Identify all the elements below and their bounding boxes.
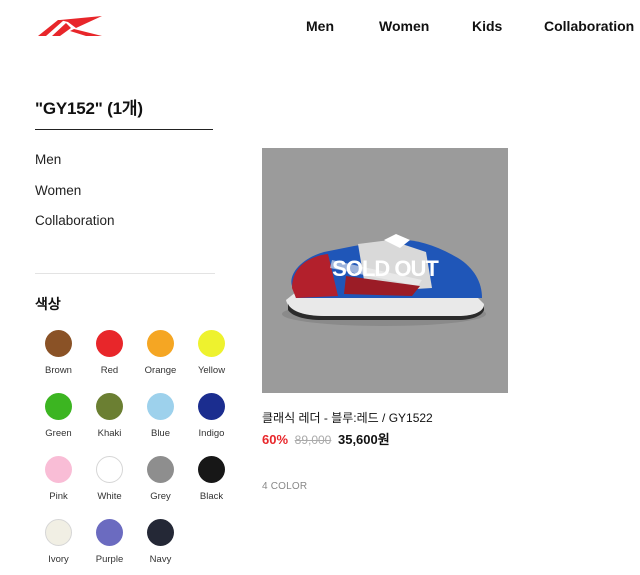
swatch-label: Purple: [95, 554, 124, 565]
swatch-circle-indigo: [198, 393, 225, 420]
color-swatch-ivory[interactable]: Ivory: [33, 519, 84, 575]
color-filter-heading: 색상: [35, 296, 61, 312]
nav-kids[interactable]: Kids: [472, 18, 502, 34]
swatch-label: Brown: [45, 365, 72, 376]
color-swatch-black[interactable]: Black: [186, 456, 237, 519]
nav-women[interactable]: Women: [379, 18, 429, 34]
color-swatch-brown[interactable]: Brown: [33, 330, 84, 393]
category-collaboration[interactable]: Collaboration: [35, 213, 115, 244]
color-swatch-blue[interactable]: Blue: [135, 393, 186, 456]
swatch-circle-blue: [147, 393, 174, 420]
swatch-circle-orange: [147, 330, 174, 357]
swatch-label: Green: [45, 428, 72, 439]
color-count: 4 COLOR: [262, 481, 308, 492]
swatch-label: Blue: [150, 428, 170, 439]
swatch-label: Indigo: [198, 428, 225, 439]
color-swatch-orange[interactable]: Orange: [135, 330, 186, 393]
original-price: 89,000: [294, 433, 332, 447]
color-swatch-indigo[interactable]: Indigo: [186, 393, 237, 456]
category-men[interactable]: Men: [35, 152, 115, 183]
swatch-label: Khaki: [97, 428, 122, 439]
search-result-title: "GY152" (1개): [35, 99, 143, 118]
main-nav: Men Women Kids Collaboration: [0, 18, 640, 38]
swatch-label: White: [97, 491, 122, 502]
category-filter-list: Men Women Collaboration: [35, 152, 115, 244]
sold-out-overlay: SOLD OUT: [332, 256, 439, 281]
swatch-circle-red: [96, 330, 123, 357]
swatch-circle-navy: [147, 519, 174, 546]
color-swatch-grey[interactable]: Grey: [135, 456, 186, 519]
swatch-circle-purple: [96, 519, 123, 546]
swatch-circle-ivory: [45, 519, 72, 546]
color-swatch-grid: Brown Red Orange Yellow Green Khaki Blue Indigo…: [33, 330, 233, 575]
swatch-circle-khaki: [96, 393, 123, 420]
swatch-label: Grey: [150, 491, 171, 502]
swatch-circle-black: [198, 456, 225, 483]
swatch-circle-green: [45, 393, 72, 420]
color-swatch-white[interactable]: White: [84, 456, 135, 519]
swatch-circle-grey: [147, 456, 174, 483]
swatch-label: Red: [100, 365, 119, 376]
swatch-circle-pink: [45, 456, 72, 483]
product-card[interactable]: SOLD OUT: [262, 148, 508, 393]
swatch-circle-brown: [45, 330, 72, 357]
swatch-label: Black: [199, 491, 224, 502]
swatch-circle-white: [96, 456, 123, 483]
price-row: 60% 89,000 35,600원: [262, 429, 390, 448]
color-swatch-khaki[interactable]: Khaki: [84, 393, 135, 456]
category-women[interactable]: Women: [35, 183, 115, 214]
title-divider: [35, 129, 213, 130]
nav-collaboration[interactable]: Collaboration: [544, 18, 634, 34]
color-swatch-pink[interactable]: Pink: [33, 456, 84, 519]
discount-rate: 60%: [262, 432, 289, 447]
swatch-label: Orange: [144, 365, 177, 376]
sidebar-divider: [35, 273, 215, 274]
swatch-circle-yellow: [198, 330, 225, 357]
swatch-label: Navy: [149, 554, 172, 565]
color-swatch-navy[interactable]: Navy: [135, 519, 186, 575]
product-image[interactable]: SOLD OUT: [262, 148, 508, 393]
swatch-label: Ivory: [48, 554, 69, 565]
swatch-label: Yellow: [197, 365, 226, 376]
nav-men[interactable]: Men: [306, 18, 334, 34]
color-swatch-red[interactable]: Red: [84, 330, 135, 393]
sale-price: 35,600원: [337, 432, 390, 447]
swatch-label: Pink: [49, 491, 68, 502]
color-swatch-green[interactable]: Green: [33, 393, 84, 456]
color-swatch-purple[interactable]: Purple: [84, 519, 135, 575]
product-name[interactable]: 클래식 레더 - 블루:레드 / GY1522: [262, 409, 433, 426]
color-swatch-yellow[interactable]: Yellow: [186, 330, 237, 393]
